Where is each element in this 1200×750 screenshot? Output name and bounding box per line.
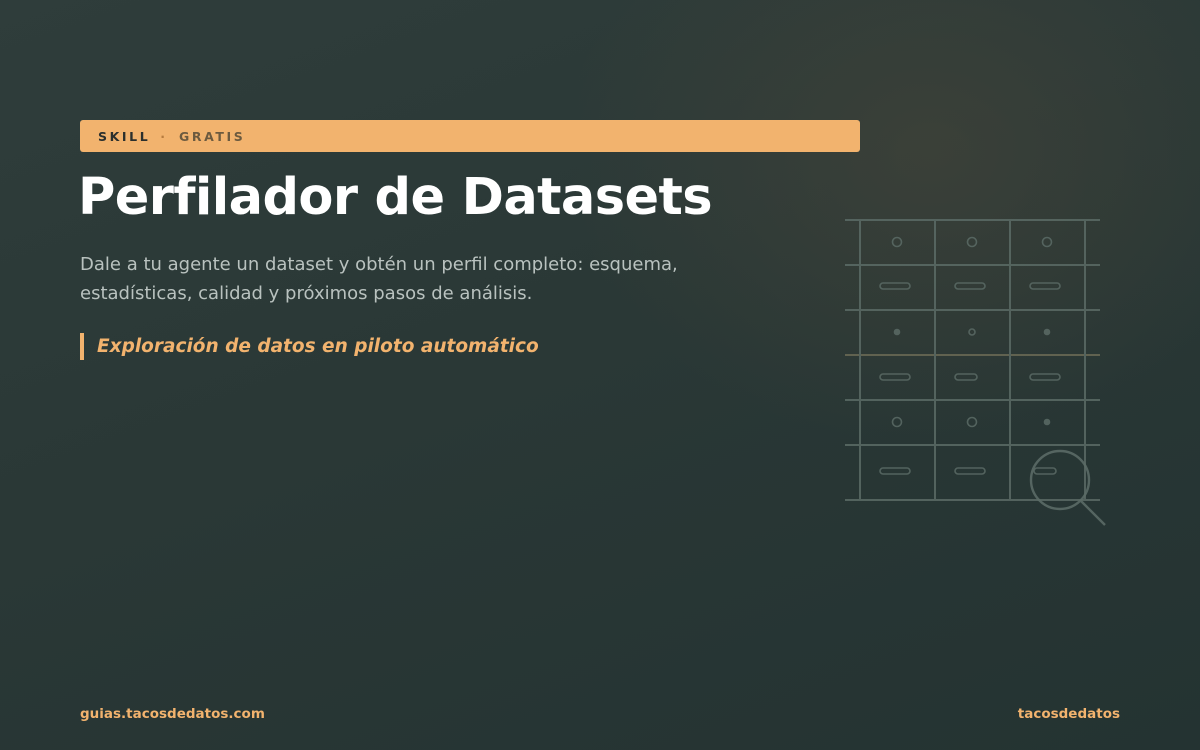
page-title: Perfilador de Datasets bbox=[78, 168, 713, 227]
footer-site-link[interactable]: guias.tacosdedatos.com bbox=[80, 706, 265, 722]
banner-tag: GRATIS bbox=[179, 128, 246, 144]
banner-label: SKILL bbox=[98, 128, 151, 144]
tagline: Exploración de datos en piloto automátic… bbox=[80, 333, 539, 360]
category-banner: SKILL · GRATIS bbox=[80, 120, 860, 152]
magnifier-icon bbox=[1029, 449, 1106, 526]
table-grid-icon bbox=[845, 219, 1100, 501]
banner-separator: · bbox=[160, 128, 166, 144]
footer-brand: tacosdedatos bbox=[1017, 706, 1120, 722]
data-table-magnifier-icon bbox=[845, 219, 1106, 526]
page-description: Dale a tu agente un dataset y obtén un p… bbox=[80, 254, 678, 304]
